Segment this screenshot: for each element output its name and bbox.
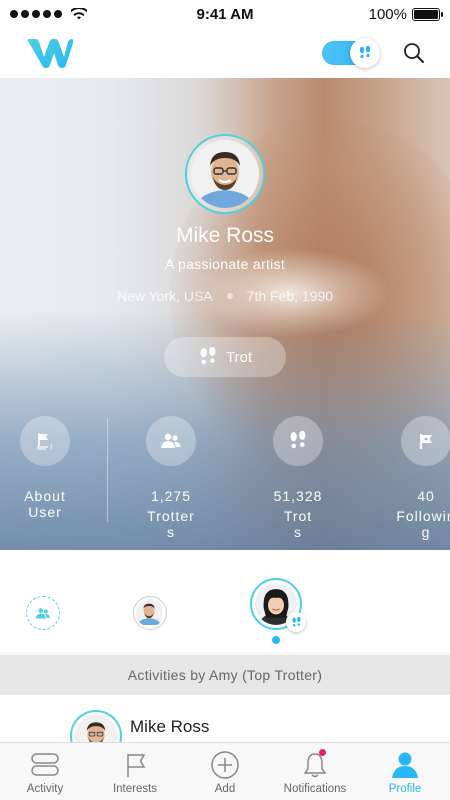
stat-trotters[interactable]: 1,275 Trotter s xyxy=(126,416,216,540)
activity-author-name: Mike Ross xyxy=(130,717,210,736)
separator-dot xyxy=(226,293,233,299)
flag-icon xyxy=(420,434,432,449)
app-logo-icon[interactable] xyxy=(24,37,74,69)
friends-strip xyxy=(0,566,450,652)
stat-following[interactable]: 40 Followin g xyxy=(381,416,450,540)
trot-button-label: Trot xyxy=(225,348,253,366)
tab-interests[interactable]: Interests xyxy=(90,743,180,800)
profile-location: New York, USA xyxy=(116,288,213,304)
profile-photo xyxy=(191,140,259,208)
top-trotter-badge xyxy=(286,612,306,632)
trot-mode-toggle[interactable] xyxy=(322,38,380,68)
tab-add-label: Add xyxy=(214,783,236,795)
stat-following-value: 40 xyxy=(417,488,435,504)
friend-photo xyxy=(136,599,162,625)
tab-notifications-label: Notifications xyxy=(283,783,347,795)
tab-activity[interactable]: Activity xyxy=(0,743,90,800)
stat-trots-value: 51,328 xyxy=(273,488,323,504)
people-icon xyxy=(35,607,51,619)
stat-trots-label: Trot s xyxy=(283,508,313,540)
stats-divider xyxy=(107,418,108,522)
profile-birthdate: 7th Feb, 1990 xyxy=(246,288,334,304)
app-header xyxy=(0,28,450,78)
activities-header: Activities by Amy (Top Trotter) xyxy=(0,655,450,695)
stat-trotters-value: 1,275 xyxy=(150,488,192,504)
svg-text:i: i xyxy=(50,442,52,451)
people-icon xyxy=(161,433,181,448)
status-bar: 9:41 AM 100% xyxy=(0,0,450,28)
selected-indicator xyxy=(272,636,280,644)
profile-avatar[interactable] xyxy=(185,134,265,214)
tab-interests-label: Interests xyxy=(112,783,158,795)
stat-about-user[interactable]: i About User xyxy=(0,416,90,520)
stat-trotters-label: Trotter s xyxy=(147,508,195,540)
search-button[interactable] xyxy=(402,41,426,65)
profile-meta: New York, USA 7th Feb, 1990 xyxy=(0,288,450,304)
activity-icon xyxy=(31,753,59,776)
notification-badge xyxy=(319,749,326,756)
wifi-icon xyxy=(71,8,87,20)
stat-trots[interactable]: 51,328 Trot s xyxy=(253,416,343,540)
friends-button[interactable] xyxy=(26,596,60,630)
stat-following-label: Followin g xyxy=(396,508,450,540)
flag-icon xyxy=(127,754,146,777)
search-icon xyxy=(404,43,424,63)
tab-activity-label: Activity xyxy=(26,783,64,795)
profile-name: Mike Ross xyxy=(175,224,275,247)
add-icon xyxy=(211,751,239,779)
profile-stats: i About User 1,275 Trotter s 51,328 Trot… xyxy=(0,416,450,550)
footsteps-icon xyxy=(291,616,301,627)
profile-hero: Mike Ross A passionate artist New York, … xyxy=(0,78,450,550)
battery-percentage: 100% xyxy=(368,5,407,23)
friend-avatar[interactable] xyxy=(133,596,167,630)
tab-profile[interactable]: Profile xyxy=(360,743,450,800)
friend-avatar-active[interactable] xyxy=(250,578,306,632)
tab-add[interactable]: Add xyxy=(180,743,270,800)
footsteps-icon xyxy=(290,431,306,449)
profile-icon xyxy=(392,752,418,778)
footsteps-icon xyxy=(200,347,216,365)
stat-about-label: About User xyxy=(24,488,66,520)
tab-profile-label: Profile xyxy=(388,783,422,795)
signal-strength-icon xyxy=(10,8,87,20)
tab-bar: Activity Interests Add Notifications Pro… xyxy=(0,742,450,800)
tab-notifications[interactable]: Notifications xyxy=(270,743,360,800)
trot-button[interactable]: Trot xyxy=(164,337,286,377)
flag-info-icon: i xyxy=(37,433,52,451)
profile-tagline: A passionate artist xyxy=(164,256,286,272)
battery-icon xyxy=(412,7,443,21)
footsteps-icon xyxy=(359,46,371,59)
